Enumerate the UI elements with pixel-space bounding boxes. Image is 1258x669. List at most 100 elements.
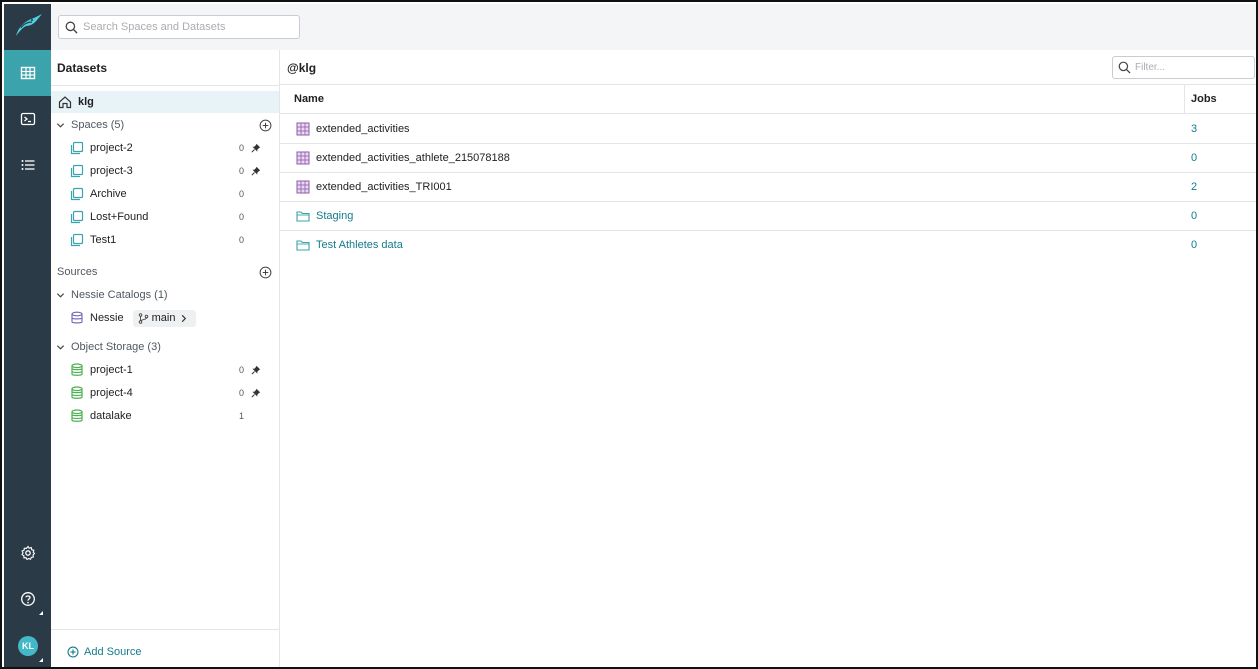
table-row[interactable]: Test Athletes data 0 [280, 230, 1256, 259]
folder-icon [296, 210, 310, 222]
help-menu-indicator [39, 611, 43, 615]
table-row[interactable]: Staging 0 [280, 201, 1256, 230]
sql-runner-nav-button[interactable] [4, 96, 51, 142]
job-count: 0 [239, 212, 245, 222]
sources-section-label: Sources [57, 266, 98, 278]
pin-icon[interactable] [251, 365, 261, 375]
sidebar-item-lost-found[interactable]: Lost+Found 0 [51, 206, 279, 228]
job-count: 0 [239, 166, 245, 176]
list-icon [21, 160, 34, 170]
sidebar-item-project-4[interactable]: project-4 0 [51, 382, 279, 404]
branch-selector[interactable]: main [132, 309, 197, 327]
row-name[interactable]: extended_activities [316, 123, 410, 135]
add-source-button[interactable]: Add Source [67, 646, 141, 658]
settings-nav-button[interactable] [4, 530, 51, 576]
nessie-catalogs-header[interactable]: Nessie Catalogs (1) [51, 284, 279, 306]
datasets-nav-button[interactable] [4, 50, 51, 96]
user-avatar[interactable]: KL [18, 636, 38, 656]
divider [51, 85, 279, 86]
sidebar-item-project-3[interactable]: project-3 0 [51, 160, 279, 182]
filter-input[interactable] [1135, 62, 1245, 73]
dataset-table-icon [296, 122, 310, 135]
catalog-icon [71, 311, 83, 324]
row-jobs-link[interactable]: 2 [1191, 181, 1197, 193]
main-content: @klg Name Jobs extended_activities 3 [280, 50, 1256, 667]
sidebar-item-datalake[interactable]: datalake 1 [51, 405, 279, 427]
dataset-table-icon [296, 180, 310, 193]
sidebar-item-label: Nessie [90, 312, 124, 324]
global-search[interactable] [58, 15, 300, 39]
sidebar-item-label: project-2 [90, 142, 133, 154]
space-icon [70, 187, 84, 201]
pin-icon[interactable] [251, 143, 261, 153]
home-icon [58, 96, 72, 109]
help-nav-button[interactable] [4, 576, 51, 622]
column-header-jobs[interactable]: Jobs [1191, 93, 1217, 105]
storage-icon [71, 363, 83, 376]
terminal-icon [20, 112, 35, 126]
job-count: 0 [239, 235, 245, 245]
table-grid-icon [20, 66, 35, 80]
sidebar-item-label: project-4 [90, 387, 133, 399]
jobs-nav-button[interactable] [4, 142, 51, 188]
sidebar-item-label: datalake [90, 410, 132, 422]
row-jobs-link[interactable]: 0 [1191, 152, 1197, 164]
folder-icon [296, 239, 310, 251]
sources-section-header: Sources [51, 261, 279, 283]
row-name[interactable]: extended_activities_TRI001 [316, 181, 452, 193]
storage-icon [71, 409, 83, 422]
chevron-right-icon [182, 314, 187, 322]
table-row[interactable]: extended_activities_TRI001 2 [280, 172, 1256, 201]
chevron-down-icon [56, 122, 65, 128]
table-row[interactable]: extended_activities 3 [280, 114, 1256, 143]
add-source-icon[interactable] [259, 266, 272, 279]
sidebar-item-test1[interactable]: Test1 0 [51, 229, 279, 251]
space-icon [70, 164, 84, 178]
object-storage-header[interactable]: Object Storage (3) [51, 336, 279, 358]
job-count: 1 [239, 411, 245, 421]
row-name[interactable]: Staging [316, 210, 353, 222]
job-count: 0 [239, 189, 245, 199]
home-space-item[interactable]: klg [51, 91, 279, 113]
row-jobs-link[interactable]: 0 [1191, 239, 1197, 251]
sidebar-item-project-1[interactable]: project-1 0 [51, 359, 279, 381]
add-space-icon[interactable] [259, 119, 272, 132]
sidebar-item-project-2[interactable]: project-2 0 [51, 137, 279, 159]
sidebar-item-nessie[interactable]: Nessie main [51, 307, 279, 329]
pin-icon[interactable] [251, 388, 261, 398]
chevron-down-icon [56, 344, 65, 350]
table-row[interactable]: extended_activities_athlete_215078188 0 [280, 143, 1256, 172]
job-count: 0 [239, 365, 245, 375]
search-icon [1118, 61, 1131, 74]
datasets-panel: Datasets klg Spaces (5) project-2 0 proj… [51, 50, 280, 667]
row-jobs-link[interactable]: 0 [1191, 210, 1197, 222]
row-jobs-link[interactable]: 3 [1191, 123, 1197, 135]
divider [51, 629, 279, 630]
add-source-label: Add Source [84, 646, 142, 658]
search-input[interactable] [83, 21, 283, 33]
job-count: 0 [239, 388, 245, 398]
pin-icon[interactable] [251, 166, 261, 176]
left-rail: KL [4, 4, 51, 667]
space-icon [70, 210, 84, 224]
spaces-section-header[interactable]: Spaces (5) [51, 114, 279, 136]
column-divider [1184, 85, 1185, 114]
sidebar-item-label: Lost+Found [90, 211, 149, 223]
filter-box[interactable] [1112, 56, 1255, 79]
dataset-table-icon [296, 151, 310, 164]
chevron-down-icon [56, 292, 65, 298]
column-header-name[interactable]: Name [294, 93, 324, 105]
sidebar-item-archive[interactable]: Archive 0 [51, 183, 279, 205]
app-window: KL Datasets klg Spaces (5) [0, 0, 1258, 669]
top-bar [51, 4, 1256, 50]
sidebar-item-label: project-1 [90, 364, 133, 376]
row-name[interactable]: extended_activities_athlete_215078188 [316, 152, 510, 164]
object-storage-label: Object Storage (3) [71, 341, 161, 353]
page-title: @klg [287, 61, 317, 75]
search-icon [65, 21, 78, 34]
plus-circle-icon [67, 646, 79, 658]
dremio-logo-icon[interactable] [12, 10, 44, 42]
sidebar-item-label: Test1 [90, 234, 117, 246]
git-branch-icon [138, 312, 148, 324]
row-name[interactable]: Test Athletes data [316, 239, 403, 251]
